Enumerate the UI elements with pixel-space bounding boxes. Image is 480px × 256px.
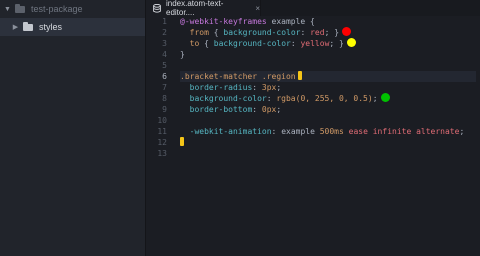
chevron-down-icon[interactable]: ▼	[4, 6, 11, 13]
line-number-gutter: 1 2 3 4 5 6 7 8 9 10 11 12 13	[147, 16, 169, 256]
tree-item-label: styles	[39, 22, 63, 32]
css-value: red	[310, 28, 325, 37]
code-editor[interactable]: @-webkit-keyframes example { from { back…	[180, 16, 480, 256]
line-number: 3	[162, 39, 167, 48]
text-cursor	[180, 137, 184, 146]
tab-editor-file[interactable]: index.atom-text-editor.... ×	[147, 0, 261, 17]
line-number: 12	[157, 138, 167, 147]
tree-view: ▼ test-package ▶ styles	[0, 0, 146, 256]
tree-item-styles[interactable]: ▶ styles	[0, 18, 145, 36]
folder-icon	[15, 3, 25, 13]
line-number: 11	[157, 127, 167, 136]
code-line-current[interactable]: .bracket-matcher .region	[180, 71, 480, 82]
code-line[interactable]	[180, 148, 480, 159]
code-line[interactable]: border-radius: 3px;	[180, 82, 480, 93]
line-number: 13	[157, 149, 167, 158]
code-line[interactable]: border-bottom: 0px;	[180, 104, 480, 115]
code-colon: :	[252, 83, 258, 92]
color-swatch-yellow	[346, 38, 356, 47]
css-value: yellow	[300, 39, 330, 48]
css-value: 500ms	[319, 127, 344, 136]
line-number: 9	[162, 105, 167, 114]
code-line[interactable]: }	[180, 49, 480, 60]
code-colon: :	[300, 28, 306, 37]
code-brace: }	[180, 50, 185, 59]
code-semicolon: ;	[372, 94, 378, 103]
css-property: background-color	[213, 39, 291, 48]
chevron-right-icon[interactable]: ▶	[12, 23, 19, 31]
code-brace: {	[213, 28, 219, 37]
line-number: 1	[162, 17, 167, 26]
css-selector: .region	[261, 72, 296, 81]
code-line[interactable]: @-webkit-keyframes example {	[180, 16, 480, 27]
code-line[interactable]: background-color: rgba(0, 255, 0, 0.5);	[180, 93, 480, 104]
css-property: border-bottom	[189, 105, 253, 114]
keyframe-selector: from	[189, 28, 209, 37]
css-value: ease infinite alternate	[348, 127, 460, 136]
css-value: example	[281, 127, 315, 136]
folder-icon	[23, 21, 33, 31]
code-semicolon: ;	[459, 127, 465, 136]
css-selector: .bracket-matcher	[180, 72, 258, 81]
code-line[interactable]: to { background-color: yellow; }	[180, 38, 480, 49]
color-swatch-red	[342, 27, 352, 36]
line-number: 2	[162, 28, 167, 37]
database-icon	[153, 3, 161, 13]
code-line[interactable]	[180, 60, 480, 71]
code-line[interactable]	[180, 115, 480, 126]
code-colon: :	[266, 94, 272, 103]
tab-bar: index.atom-text-editor.... ×	[147, 0, 480, 17]
code-colon: :	[290, 39, 296, 48]
code-line[interactable]: from { background-color: red; }	[180, 27, 480, 38]
code-semicolon: ;	[276, 83, 282, 92]
css-property: -webkit-animation	[189, 127, 272, 136]
css-property: background-color	[189, 94, 267, 103]
code-brace: {	[204, 39, 209, 48]
line-number: 10	[157, 116, 167, 125]
line-number: 5	[162, 61, 167, 70]
css-value: rgba(0, 255, 0, 0.5)	[276, 94, 373, 103]
keyframe-selector: to	[189, 39, 200, 48]
vertical-scrollbar[interactable]	[476, 16, 480, 256]
code-colon: :	[271, 127, 277, 136]
keyframes-keyword: @-webkit-keyframes	[180, 17, 267, 26]
line-number: 4	[162, 50, 167, 59]
close-icon[interactable]: ×	[255, 4, 260, 13]
bracket-cursor	[297, 71, 302, 80]
css-value: 3px	[261, 83, 277, 92]
css-value: 0px	[261, 105, 277, 114]
code-semicolon: ; }	[329, 39, 344, 48]
code-semicolon: ;	[276, 105, 282, 114]
code-colon: :	[252, 105, 258, 114]
code-line[interactable]	[180, 137, 480, 148]
color-swatch-green	[380, 93, 390, 102]
line-number: 7	[162, 83, 167, 92]
line-number-current: 6	[162, 72, 167, 81]
tree-root-label: test-package	[31, 4, 83, 14]
css-property: background-color	[223, 28, 301, 37]
css-property: border-radius	[189, 83, 253, 92]
tab-title: index.atom-text-editor....	[166, 0, 224, 17]
line-number: 8	[162, 94, 167, 103]
tree-root-folder[interactable]: ▼ test-package	[0, 0, 145, 18]
code-semicolon: ; }	[324, 28, 340, 37]
code-line[interactable]: -webkit-animation: example 500ms ease in…	[180, 126, 480, 137]
keyframes-name: example {	[266, 17, 315, 26]
